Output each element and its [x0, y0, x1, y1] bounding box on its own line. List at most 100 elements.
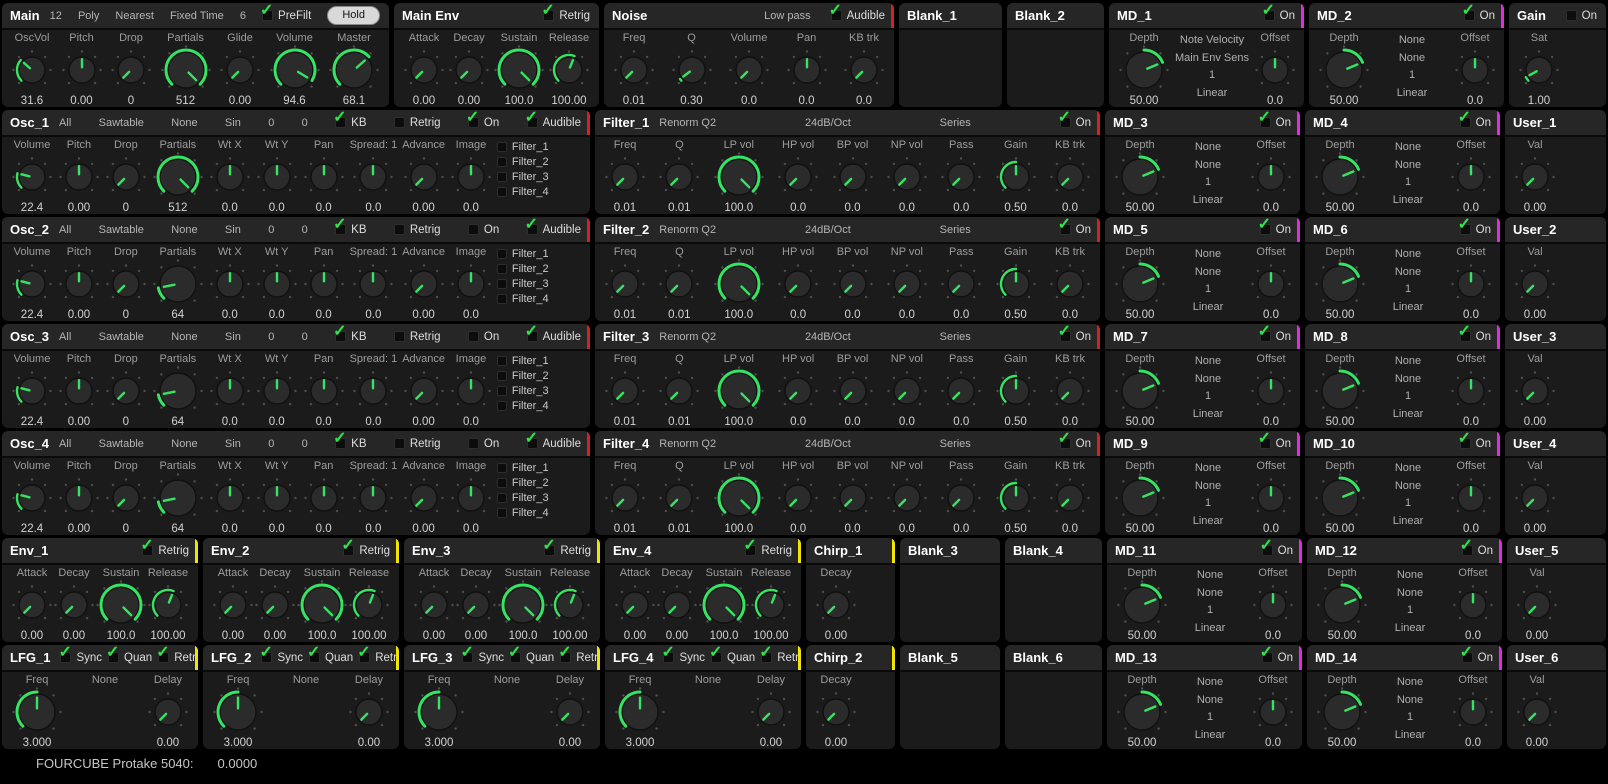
- knob-master[interactable]: [328, 45, 380, 95]
- knob-volume[interactable]: [11, 366, 53, 416]
- header-option-renorm-q2[interactable]: Renorm Q2: [659, 224, 716, 236]
- knob-spread-1[interactable]: [352, 473, 394, 523]
- knob-volume[interactable]: [269, 45, 321, 95]
- knob-depth[interactable]: [1314, 473, 1366, 523]
- knob-pass[interactable]: [940, 473, 982, 523]
- knob-depth[interactable]: [1116, 580, 1168, 630]
- knob-offset[interactable]: [1454, 45, 1496, 95]
- knob-offset[interactable]: [1254, 45, 1296, 95]
- mod-source-option[interactable]: None: [1397, 674, 1423, 692]
- knob-gain[interactable]: [995, 259, 1037, 309]
- header-option-sin[interactable]: Sin: [225, 224, 241, 236]
- checkbox-retrig[interactable]: ✓Retrig: [759, 645, 801, 664]
- knob-depth[interactable]: [1314, 152, 1366, 202]
- header-option-series[interactable]: Series: [940, 224, 971, 236]
- mod-source-option[interactable]: None: [1197, 674, 1223, 692]
- checkbox-filter-1[interactable]: Filter_1: [496, 355, 581, 367]
- knob-offset[interactable]: [1250, 366, 1292, 416]
- knob-gain[interactable]: [995, 152, 1037, 202]
- knob-partials[interactable]: [152, 473, 204, 523]
- source-selector[interactable]: None: [695, 674, 721, 687]
- knob-release[interactable]: [147, 580, 189, 630]
- knob-val[interactable]: [1514, 473, 1556, 523]
- checkbox-filter-4[interactable]: Filter_4: [496, 400, 581, 412]
- knob-attack[interactable]: [11, 580, 53, 630]
- knob-val[interactable]: [1516, 687, 1558, 737]
- header-option-24db-oct[interactable]: 24dB/Oct: [805, 117, 851, 129]
- knob-release[interactable]: [549, 580, 591, 630]
- knob-freq[interactable]: [604, 152, 646, 202]
- header-option-sin[interactable]: Sin: [225, 438, 241, 450]
- knob-offset[interactable]: [1450, 473, 1492, 523]
- knob-image[interactable]: [450, 259, 492, 309]
- checkbox-sync[interactable]: ✓ Sync: [661, 645, 705, 664]
- mod-source-option[interactable]: None: [1195, 460, 1221, 478]
- header-option-sin[interactable]: Sin: [225, 117, 241, 129]
- knob-delay[interactable]: [549, 687, 591, 737]
- checkbox-on[interactable]: On: [467, 438, 499, 450]
- knob-kb-trk[interactable]: [1049, 473, 1091, 523]
- checkbox-kb[interactable]: ✓ KB: [333, 217, 366, 236]
- header-option-renorm-q2[interactable]: Renorm Q2: [659, 331, 716, 343]
- mod-source-option[interactable]: None: [1195, 139, 1221, 157]
- knob-wt-y[interactable]: [256, 366, 298, 416]
- mod-source-option[interactable]: 1: [1407, 709, 1413, 727]
- checkbox-on[interactable]: ✓ On: [1058, 217, 1091, 236]
- knob-gain[interactable]: [995, 473, 1037, 523]
- knob-sustain[interactable]: [493, 45, 545, 95]
- knob-delay[interactable]: [348, 687, 390, 737]
- knob-pitch[interactable]: [58, 473, 100, 523]
- knob-pass[interactable]: [940, 259, 982, 309]
- knob-pass[interactable]: [940, 152, 982, 202]
- mod-source-option[interactable]: 1: [1407, 602, 1413, 620]
- knob-decay[interactable]: [656, 580, 698, 630]
- knob-q[interactable]: [658, 473, 700, 523]
- knob-wt-x[interactable]: [209, 366, 251, 416]
- knob-offset[interactable]: [1250, 259, 1292, 309]
- knob-decay[interactable]: [53, 580, 95, 630]
- knob-lp-vol[interactable]: [713, 473, 765, 523]
- checkbox-on[interactable]: ✓ On: [1258, 324, 1291, 343]
- knob-freq[interactable]: [613, 45, 655, 95]
- knob-np-vol[interactable]: [886, 152, 928, 202]
- checkbox-filter-2[interactable]: Filter_2: [496, 263, 581, 275]
- header-option-none[interactable]: None: [171, 438, 197, 450]
- knob-volume[interactable]: [11, 473, 53, 523]
- header-option-none[interactable]: None: [171, 224, 197, 236]
- mod-source-option[interactable]: None: [1197, 585, 1223, 603]
- knob-pan[interactable]: [303, 366, 345, 416]
- mod-source-option[interactable]: Linear: [1393, 299, 1424, 317]
- checkbox-on[interactable]: ✓ On: [1462, 3, 1495, 22]
- checkbox-filter-1[interactable]: Filter_1: [496, 248, 581, 260]
- header-option-sawtable[interactable]: Sawtable: [99, 117, 144, 129]
- knob-sat[interactable]: [1518, 45, 1560, 95]
- knob-wt-y[interactable]: [256, 259, 298, 309]
- checkbox-retrig[interactable]: ✓Retrig: [541, 3, 590, 22]
- checkbox-on[interactable]: On: [467, 224, 499, 236]
- mod-source-option[interactable]: Linear: [1395, 620, 1426, 638]
- header-option-none[interactable]: None: [171, 331, 197, 343]
- mod-source-option[interactable]: None: [1399, 50, 1425, 68]
- knob-val[interactable]: [1514, 366, 1556, 416]
- mod-source-option[interactable]: None: [1395, 353, 1421, 371]
- mod-source-option[interactable]: Linear: [1195, 620, 1226, 638]
- checkbox-retrig[interactable]: Retrig: [393, 117, 441, 129]
- header-option-series[interactable]: Series: [940, 117, 971, 129]
- knob-np-vol[interactable]: [886, 259, 928, 309]
- knob-advance[interactable]: [403, 152, 445, 202]
- knob-release[interactable]: [348, 580, 390, 630]
- knob-advance[interactable]: [403, 259, 445, 309]
- knob-wt-y[interactable]: [256, 152, 298, 202]
- mod-source-option[interactable]: None: [1195, 478, 1221, 496]
- mod-source-option[interactable]: Note Velocity: [1180, 32, 1244, 50]
- header-option-all[interactable]: All: [59, 224, 71, 236]
- knob-partials[interactable]: [152, 366, 204, 416]
- knob-depth[interactable]: [1114, 259, 1166, 309]
- knob-depth[interactable]: [1116, 687, 1168, 737]
- header-option-poly[interactable]: Poly: [78, 10, 99, 22]
- mod-source-option[interactable]: None: [1399, 32, 1425, 50]
- mod-source-option[interactable]: 1: [1409, 67, 1415, 85]
- checkbox-filter-3[interactable]: Filter_3: [496, 278, 581, 290]
- knob-hp-vol[interactable]: [777, 473, 819, 523]
- knob-partials[interactable]: [152, 152, 204, 202]
